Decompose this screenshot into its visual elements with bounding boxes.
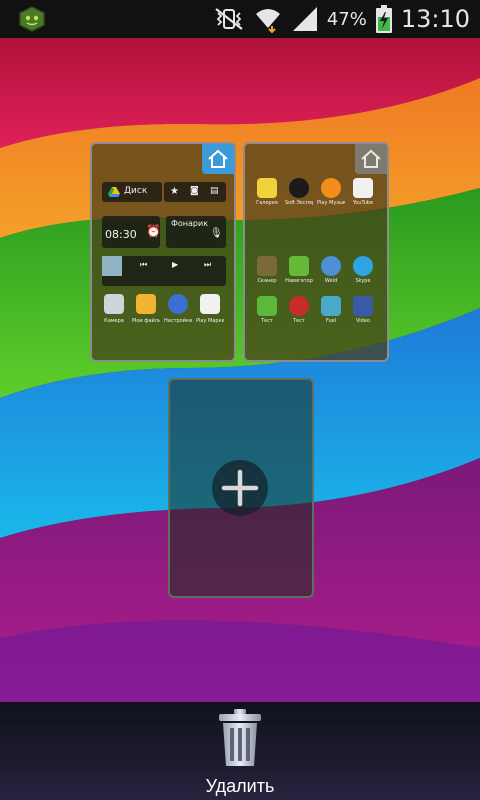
scanner-app-icon[interactable]: [257, 256, 277, 276]
app-label: Тест: [293, 318, 305, 324]
drive-widget: Диск: [102, 182, 162, 202]
test-app-icon[interactable]: [257, 296, 277, 316]
status-bar: 47% 13:10: [0, 0, 480, 38]
app-label: Тест: [261, 318, 273, 324]
battery-charging-icon: [375, 5, 392, 33]
widget-clock-time: 08:30: [105, 228, 137, 241]
app-label: Мои файлы: [132, 318, 160, 324]
app-label: Weld: [324, 278, 338, 284]
music-widget: ⏮ ▶ ⏭: [102, 256, 226, 286]
app-label: Soft Эксперт: [285, 200, 313, 206]
youtube-app-icon[interactable]: [353, 178, 373, 198]
microphone-icon: 🎙: [210, 228, 223, 239]
settings-app-icon[interactable]: [168, 294, 188, 314]
wifi-icon: [255, 9, 280, 34]
next-track-icon: ⏭: [204, 260, 212, 269]
drive-label: Диск: [124, 186, 148, 196]
star-icon: ★: [170, 186, 179, 197]
home-page-thumbnail-2[interactable]: Галерея Soft Эксперт Play Музыка YouTube…: [243, 142, 389, 362]
app-label: Skype: [355, 278, 371, 284]
camera-small-icon: ◙: [190, 186, 199, 196]
home-page-indicator[interactable]: [202, 144, 234, 174]
quick-actions-widget: ★ ◙ ▤: [164, 182, 226, 202]
home-icon: [208, 149, 228, 168]
clock-widget: 08:30 ⏰: [102, 216, 161, 248]
app-label: Video: [355, 318, 370, 324]
play-music-app-icon[interactable]: [321, 178, 341, 198]
flashlight-label: Фонарик: [171, 219, 209, 228]
soft-expert-app-icon[interactable]: [289, 178, 309, 198]
home-icon: [361, 149, 381, 168]
app-label: Навигатор: [285, 278, 313, 284]
document-icon: ▤: [210, 186, 219, 196]
my-files-app-icon[interactable]: [136, 294, 156, 314]
previous-track-icon: ⏮: [140, 260, 148, 269]
app-label: Сканер: [257, 278, 277, 284]
plus-icon: [221, 469, 259, 507]
app-label: Fuel: [325, 318, 337, 324]
home-page-thumbnail-1[interactable]: Диск ★ ◙ ▤ 08:30 ⏰ Фонарик 🎙 ⏮ ▶ ⏭ Камер…: [90, 142, 236, 362]
app-label: Камера: [104, 318, 124, 324]
app-label: YouTube: [352, 200, 374, 206]
play-icon: ▶: [172, 260, 179, 269]
mute-vibrate-icon: [215, 8, 243, 30]
test-app-icon[interactable]: [289, 296, 309, 316]
fuel-app-icon[interactable]: [321, 296, 341, 316]
camera-app-icon[interactable]: [104, 294, 124, 314]
delete-label: Удалить: [205, 776, 275, 796]
add-page-button[interactable]: [212, 460, 268, 516]
app-label: Галерея: [256, 200, 278, 206]
gallery-app-icon[interactable]: [257, 178, 277, 198]
app-notification-icon: [19, 6, 45, 32]
trash-icon: [219, 709, 261, 766]
alarm-icon: ⏰: [146, 224, 161, 238]
navigator-app-icon[interactable]: [289, 256, 309, 276]
status-clock: 13:10: [400, 5, 470, 33]
battery-percent: 47%: [326, 8, 367, 30]
app-label: Play Музыка: [317, 200, 345, 206]
weld-app-icon[interactable]: [321, 256, 341, 276]
skype-app-icon[interactable]: [353, 256, 373, 276]
app-label: Play Маркет: [196, 318, 224, 324]
album-art: [102, 256, 122, 276]
delete-button[interactable]: Удалить: [190, 706, 290, 798]
video-app-icon[interactable]: [353, 296, 373, 316]
drive-icon: [108, 187, 120, 197]
wallpaper: [0, 38, 480, 702]
signal-icon: [292, 7, 317, 31]
app-label: Настройки: [164, 318, 192, 324]
set-home-page-button[interactable]: [355, 144, 387, 174]
flashlight-widget: Фонарик 🎙: [166, 216, 226, 248]
play-market-app-icon[interactable]: [200, 294, 220, 314]
